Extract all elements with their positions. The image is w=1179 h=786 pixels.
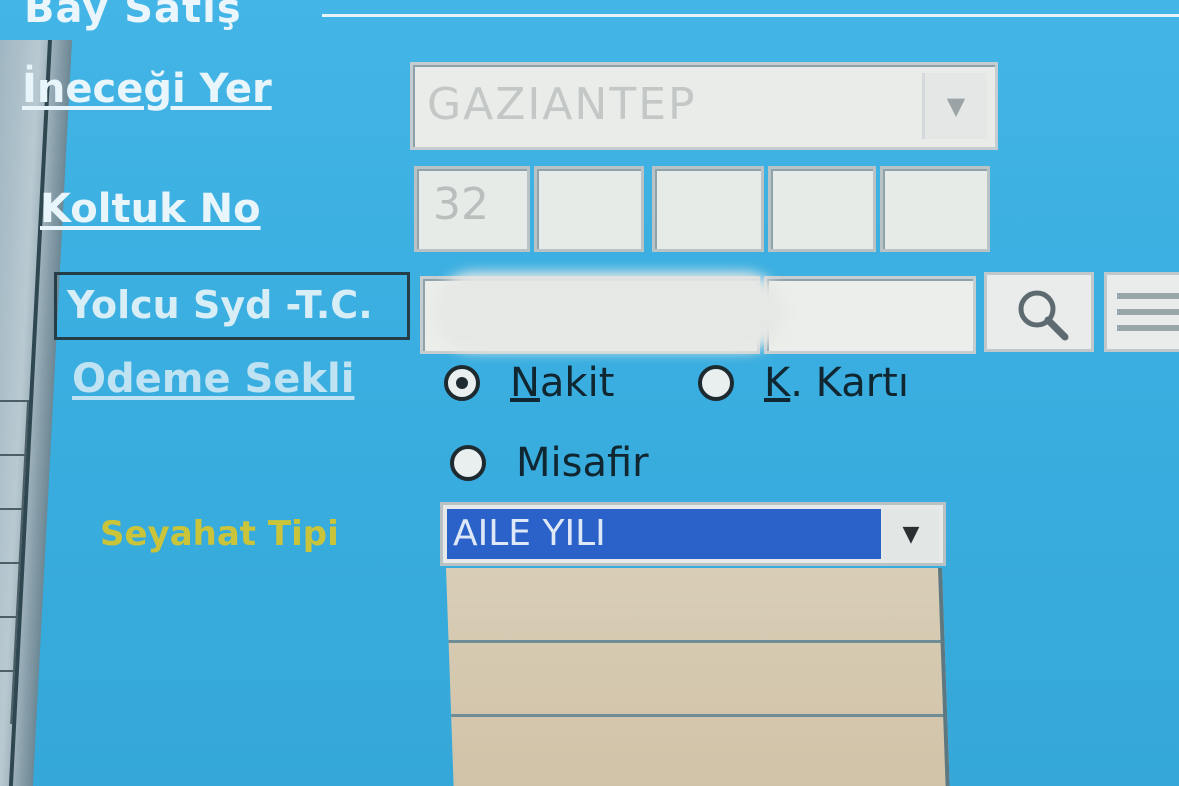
chevron-down-icon[interactable]: ▼ xyxy=(922,73,987,139)
payment-radio-misafir[interactable]: Misafir xyxy=(450,440,649,486)
payment-radio-kredi-karti[interactable]: K. Kartı xyxy=(698,360,909,406)
radio-label: Nakit xyxy=(510,360,614,406)
seat-input-3[interactable] xyxy=(652,166,764,252)
radio-label: K. Kartı xyxy=(764,360,909,406)
radio-label: Misafir xyxy=(516,440,649,486)
radio-label-text: akit xyxy=(539,360,615,406)
seat-input-4[interactable] xyxy=(768,166,876,252)
travel-type-select[interactable]: AILE YILI ▼ xyxy=(440,502,946,566)
seat-input-5[interactable] xyxy=(880,166,990,252)
hotkey-letter: N xyxy=(510,360,540,406)
tc-input-2[interactable] xyxy=(764,276,976,354)
grid-cell xyxy=(0,508,24,562)
bay-satis-window: Bay Satış İneceği Yer GAZIANTEP ▼ Koltuk… xyxy=(0,0,1179,786)
grid-cell xyxy=(0,400,30,454)
payment-label: Odeme Sekli xyxy=(72,356,355,402)
dropdown-list[interactable] xyxy=(446,568,950,786)
menu-icon xyxy=(1117,293,1179,299)
left-grid-strip xyxy=(0,40,73,786)
radio-indicator[interactable] xyxy=(444,365,480,401)
radio-label-text: . Kartı xyxy=(790,360,909,406)
list-divider xyxy=(451,714,948,717)
seat-value-1: 32 xyxy=(433,179,489,230)
radio-indicator[interactable] xyxy=(450,445,486,481)
travel-type-label: Seyahat Tipi xyxy=(100,514,339,554)
redacted-region xyxy=(434,272,784,352)
list-divider xyxy=(448,640,945,643)
radio-indicator[interactable] xyxy=(698,365,734,401)
menu-icon xyxy=(1117,309,1179,315)
chevron-down-icon[interactable]: ▼ xyxy=(883,509,939,561)
seat-input-2[interactable] xyxy=(534,166,644,252)
search-button[interactable] xyxy=(984,272,1094,352)
menu-icon xyxy=(1117,325,1179,331)
hotkey-letter: K xyxy=(764,360,791,406)
seat-label: Koltuk No xyxy=(40,186,261,232)
travel-type-value: AILE YILI xyxy=(447,509,881,559)
group-title: Bay Satış xyxy=(24,0,242,32)
search-icon xyxy=(1018,290,1069,341)
list-button[interactable] xyxy=(1104,272,1179,352)
destination-label: İneceği Yer xyxy=(22,66,272,112)
destination-combobox[interactable]: GAZIANTEP ▼ xyxy=(410,62,998,150)
radio-label-text: Misafir xyxy=(516,440,649,486)
id-label: Yolcu Syd -T.C. xyxy=(54,272,410,340)
group-divider xyxy=(322,14,1179,17)
list-border xyxy=(938,568,950,786)
payment-radio-nakit[interactable]: Nakit xyxy=(444,360,614,406)
grid-cell xyxy=(0,454,27,508)
seat-input-1[interactable]: 32 xyxy=(414,166,530,252)
destination-value: GAZIANTEP xyxy=(427,79,697,130)
